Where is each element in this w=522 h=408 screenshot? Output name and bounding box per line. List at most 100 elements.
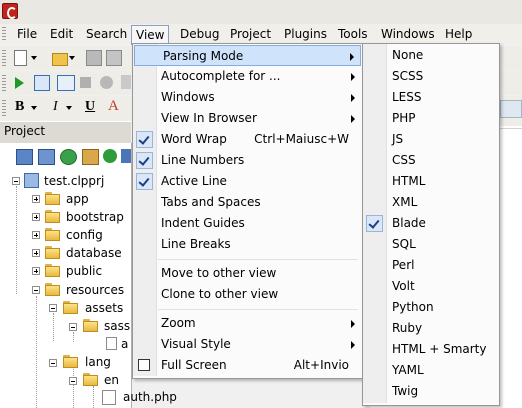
tree-expander[interactable]: [12, 177, 20, 185]
menu-item-zoom[interactable]: Zoom: [133, 313, 361, 334]
submenu-item-label: YAML: [392, 363, 424, 377]
tree-item-folder[interactable]: sass: [104, 319, 130, 333]
parsing-mode-scss[interactable]: SCSS: [363, 66, 497, 87]
menu-item-word-wrap[interactable]: Word Wrap Ctrl+Maiusc+W: [133, 129, 361, 150]
chevron-down-icon[interactable]: [66, 106, 72, 110]
stop-icon[interactable]: [80, 77, 91, 88]
menu-item-tabs-and-spaces[interactable]: Tabs and Spaces: [133, 192, 361, 213]
parsing-mode-ruby[interactable]: Ruby: [363, 318, 497, 339]
menu-edit[interactable]: Edit: [49, 26, 74, 42]
open-folder-icon[interactable]: [52, 53, 68, 66]
parsing-mode-twig[interactable]: Twig: [363, 381, 497, 402]
menu-item-clone-to-other-view[interactable]: Clone to other view: [133, 284, 361, 305]
parsing-mode-python[interactable]: Python: [363, 297, 497, 318]
toolbar-grip[interactable]: [2, 50, 6, 66]
editor-tab[interactable]: [500, 100, 522, 118]
tree-expander[interactable]: [49, 304, 57, 312]
parsing-mode-xml[interactable]: XML: [363, 192, 497, 213]
new-file-icon[interactable]: [14, 50, 27, 66]
parsing-mode-less[interactable]: LESS: [363, 87, 497, 108]
parsing-mode-js[interactable]: JS: [363, 129, 497, 150]
menu-item-active-line[interactable]: Active Line: [133, 171, 361, 192]
watch-icon[interactable]: [121, 75, 131, 89]
tree-item-folder[interactable]: config: [66, 228, 103, 242]
parsing-mode-css[interactable]: CSS: [363, 150, 497, 171]
parsing-mode-blade[interactable]: Blade: [363, 213, 497, 234]
parsing-mode-none[interactable]: None: [363, 45, 497, 66]
menu-debug[interactable]: Debug: [179, 26, 220, 42]
project-settings-icon[interactable]: [121, 149, 131, 163]
menu-item-windows[interactable]: Windows: [133, 87, 361, 108]
step-icon[interactable]: [57, 75, 75, 91]
tree-item-project[interactable]: test.clpprj: [44, 174, 104, 188]
tree-item-folder[interactable]: en: [104, 373, 119, 387]
menubar-grip[interactable]: [2, 27, 6, 41]
tree-item-folder[interactable]: database: [66, 246, 122, 260]
tree-expander[interactable]: [32, 231, 40, 239]
tree-expander[interactable]: [32, 286, 40, 294]
underline-icon[interactable]: U: [85, 99, 101, 115]
menu-plugins[interactable]: Plugins: [283, 26, 328, 42]
menu-item-label: Zoom: [161, 316, 196, 330]
chevron-down-icon[interactable]: [69, 56, 75, 60]
project-remove-icon[interactable]: [38, 149, 55, 165]
tree-expander[interactable]: [49, 359, 57, 367]
tree-item-folder[interactable]: lang: [85, 355, 111, 369]
menu-search[interactable]: Search: [85, 26, 128, 42]
tree-expander[interactable]: [32, 213, 40, 221]
menu-help[interactable]: Help: [444, 26, 473, 42]
menu-item-line-breaks[interactable]: Line Breaks: [133, 234, 361, 255]
menu-item-full-screen[interactable]: Full Screen Alt+Invio: [133, 355, 361, 376]
menu-windows[interactable]: Windows: [380, 26, 436, 42]
tree-item-folder[interactable]: assets: [85, 301, 123, 315]
parsing-mode-html[interactable]: HTML: [363, 171, 497, 192]
menu-item-move-to-other-view[interactable]: Move to other view: [133, 263, 361, 284]
debug-run-icon[interactable]: [34, 75, 50, 91]
tree-item-file[interactable]: a: [121, 337, 128, 351]
tree-item-folder[interactable]: resources: [66, 283, 124, 297]
tree-expander[interactable]: [69, 323, 77, 331]
parsing-mode-html-smarty[interactable]: HTML + Smarty: [363, 339, 497, 360]
parsing-mode-perl[interactable]: Perl: [363, 255, 497, 276]
parsing-mode-php[interactable]: PHP: [363, 108, 497, 129]
save-icon[interactable]: [86, 50, 102, 66]
chevron-down-icon[interactable]: [31, 56, 37, 60]
menu-item-visual-style[interactable]: Visual Style: [133, 334, 361, 355]
project-add-icon[interactable]: [16, 149, 33, 165]
breakpoint-icon[interactable]: [100, 76, 113, 89]
menu-item-label: Line Numbers: [161, 153, 245, 167]
parsing-mode-sql[interactable]: SQL: [363, 234, 497, 255]
tree-item-file[interactable]: auth.php: [123, 390, 177, 404]
toolbar-grip[interactable]: [2, 75, 6, 91]
menu-item-indent-guides[interactable]: Indent Guides: [133, 213, 361, 234]
run-icon[interactable]: [15, 77, 24, 89]
tree-item-folder[interactable]: app: [66, 192, 89, 206]
menu-file[interactable]: File: [16, 26, 38, 42]
tree-expander[interactable]: [69, 377, 77, 385]
menu-item-view-in-browser[interactable]: View In Browser: [133, 108, 361, 129]
menu-item-autocomplete[interactable]: Autocomplete for ...: [133, 66, 361, 87]
folder-icon: [83, 319, 99, 333]
tree-expander[interactable]: [32, 195, 40, 203]
chevron-down-icon[interactable]: [31, 106, 37, 110]
tree-item-folder[interactable]: public: [66, 264, 102, 278]
parsing-mode-yaml[interactable]: YAML: [363, 360, 497, 381]
save-all-icon[interactable]: [106, 50, 122, 66]
refresh-icon[interactable]: [60, 149, 77, 165]
submenu-arrow-icon: [350, 53, 354, 61]
menu-project[interactable]: Project: [229, 26, 272, 42]
font-color-icon[interactable]: A: [108, 98, 124, 114]
menu-tools[interactable]: Tools: [337, 26, 369, 42]
menu-view[interactable]: View: [131, 25, 170, 45]
app-icon[interactable]: [2, 3, 18, 19]
tree-expander[interactable]: [32, 267, 40, 275]
properties-icon[interactable]: [82, 149, 99, 165]
tree-item-folder[interactable]: bootstrap: [66, 210, 124, 224]
bold-icon[interactable]: B: [15, 99, 31, 115]
toolbar-grip[interactable]: [2, 100, 6, 116]
parsing-mode-volt[interactable]: Volt: [363, 276, 497, 297]
tree-expander[interactable]: [32, 249, 40, 257]
menu-item-line-numbers[interactable]: Line Numbers: [133, 150, 361, 171]
menu-item-parsing-mode[interactable]: Parsing Mode: [134, 45, 361, 66]
up-arrow-icon[interactable]: [103, 149, 117, 163]
